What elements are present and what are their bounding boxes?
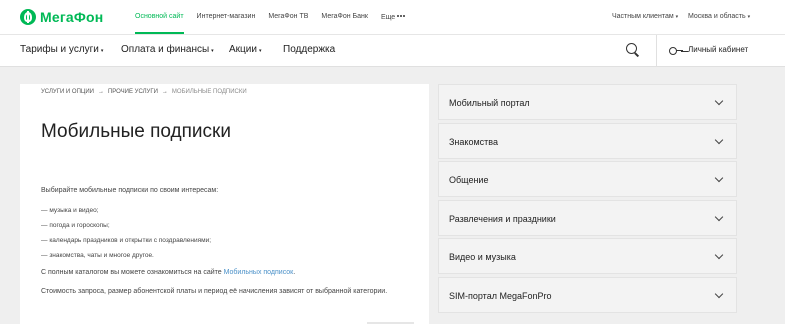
accordion-item-communication[interactable]: Общение [438, 161, 737, 198]
page-title: Мобильные подписки [41, 121, 231, 142]
top-links: Основной сайт Интернет-магазин МегаФон Т… [135, 0, 419, 34]
top-bar: МегаФон Основной сайт Интернет-магазин М… [0, 0, 785, 34]
region-label: Москва и область [688, 13, 746, 20]
accordion-label: SIM-портал MegaFonPro [449, 290, 552, 301]
megafon-logo-icon [20, 9, 36, 25]
accordion-item-entertainment[interactable]: Развлечения и праздники [438, 199, 737, 236]
nav-item-label: Акции [229, 44, 257, 55]
top-link-more[interactable]: Еще [381, 0, 406, 34]
megafon-logo[interactable]: МегаФон [20, 9, 103, 25]
interests-list: музыка и видео; погода и гороскопы; кале… [41, 206, 211, 266]
accordion-item-dating[interactable]: Знакомства [438, 122, 737, 159]
breadcrumb-item-services[interactable]: Услуги и опции [41, 89, 94, 95]
chevron-down-icon [714, 96, 724, 106]
top-link-megafon-tv[interactable]: МегаФон ТВ [268, 0, 308, 34]
accordion-label: Мобильный портал [449, 98, 530, 108]
nav-item-label: Поддержка [283, 44, 336, 55]
accordion-label: Общение [449, 175, 489, 186]
key-icon[interactable] [669, 47, 683, 55]
top-link-megafon-bank[interactable]: МегаФон Банк [321, 0, 368, 34]
nav-item-label: Тарифы и услуги [20, 44, 99, 55]
client-type-selector[interactable]: Частным клиентам ▾ [612, 0, 678, 34]
caret-down-icon: ▾ [258, 48, 262, 54]
list-item: музыка и видео; [41, 206, 211, 221]
list-item: календарь праздников и открытки с поздра… [41, 236, 211, 251]
catalog-prefix: С полным каталогом вы можете ознакомитьс… [41, 269, 224, 276]
caret-down-icon: ▾ [100, 48, 104, 54]
search-icon[interactable] [626, 43, 639, 56]
chevron-down-icon [714, 173, 724, 183]
catalog-suffix: . [293, 269, 296, 276]
caret-down-icon: ▾ [675, 14, 679, 20]
breadcrumb-separator: → [161, 89, 168, 95]
chevron-down-icon [714, 251, 724, 260]
personal-cabinet-link[interactable]: Личный кабинет [688, 35, 748, 67]
accordion-label: Развлечения и праздники [449, 213, 556, 224]
chevron-down-icon [714, 212, 724, 222]
subscription-categories: Мобильный портал Знакомства Общение Разв… [438, 84, 737, 324]
nav-separator [656, 35, 657, 66]
accordion-item-video-music[interactable]: Видео и музыка [438, 238, 737, 275]
mobile-subscriptions-link[interactable]: Мобильных подписок [224, 269, 294, 276]
catalog-text: С полным каталогом вы можете ознакомитьс… [41, 269, 295, 276]
chevron-down-icon [714, 289, 724, 299]
chevron-down-icon [714, 135, 724, 144]
accordion-item-sim-portal[interactable]: SIM-портал MegaFonPro [438, 276, 737, 313]
region-selector[interactable]: Москва и область ▾ [688, 0, 750, 34]
list-item: знакомства, чаты и многое другое. [41, 251, 211, 266]
caret-down-icon: ▾ [211, 48, 214, 54]
client-type-label: Частным клиентам [612, 13, 674, 20]
breadcrumb-item-current: Мобильные подписки [171, 89, 247, 95]
content-card: Услуги и опции → Прочие услуги → Мобильные п… [20, 84, 429, 324]
nav-item-support[interactable]: Поддержка [283, 35, 335, 67]
intro-text: Выбирайте мобильные подписки по своим ин… [41, 187, 219, 194]
breadcrumb: Услуги и опции → Прочие услуги → Мобильные п… [41, 89, 247, 95]
accordion-label: Видео и музыка [449, 252, 516, 263]
accordion-label: Знакомства [449, 136, 498, 147]
accordion-item-mobile-portal[interactable]: Мобильный портал [438, 84, 737, 120]
top-link-main-site[interactable]: Основной сайт [135, 0, 184, 34]
list-item: погода и гороскопы; [41, 221, 211, 236]
more-dots-icon [397, 0, 406, 34]
top-link-more-label: Еще [380, 13, 396, 21]
caret-down-icon: ▾ [747, 14, 751, 20]
breadcrumb-separator: → [97, 89, 104, 95]
nav-item-promotions[interactable]: Акции ▾ [229, 35, 261, 67]
breadcrumb-item-other-services[interactable]: Прочие услуги [108, 89, 158, 95]
nav-item-payment[interactable]: Оплата и финансы ▾ [121, 35, 214, 67]
nav-item-tariffs[interactable]: Тарифы и услуги ▾ [20, 35, 103, 67]
main-nav: Тарифы и услуги ▾ Оплата и финансы ▾ Акции… [0, 35, 785, 67]
nav-item-label: Оплата и финансы [121, 44, 210, 55]
cost-note: Стоимость запроса, размер абонентской пл… [41, 288, 388, 295]
logo-text: МегаФон [40, 9, 104, 25]
top-link-online-store[interactable]: Интернет-магазин [197, 0, 256, 34]
